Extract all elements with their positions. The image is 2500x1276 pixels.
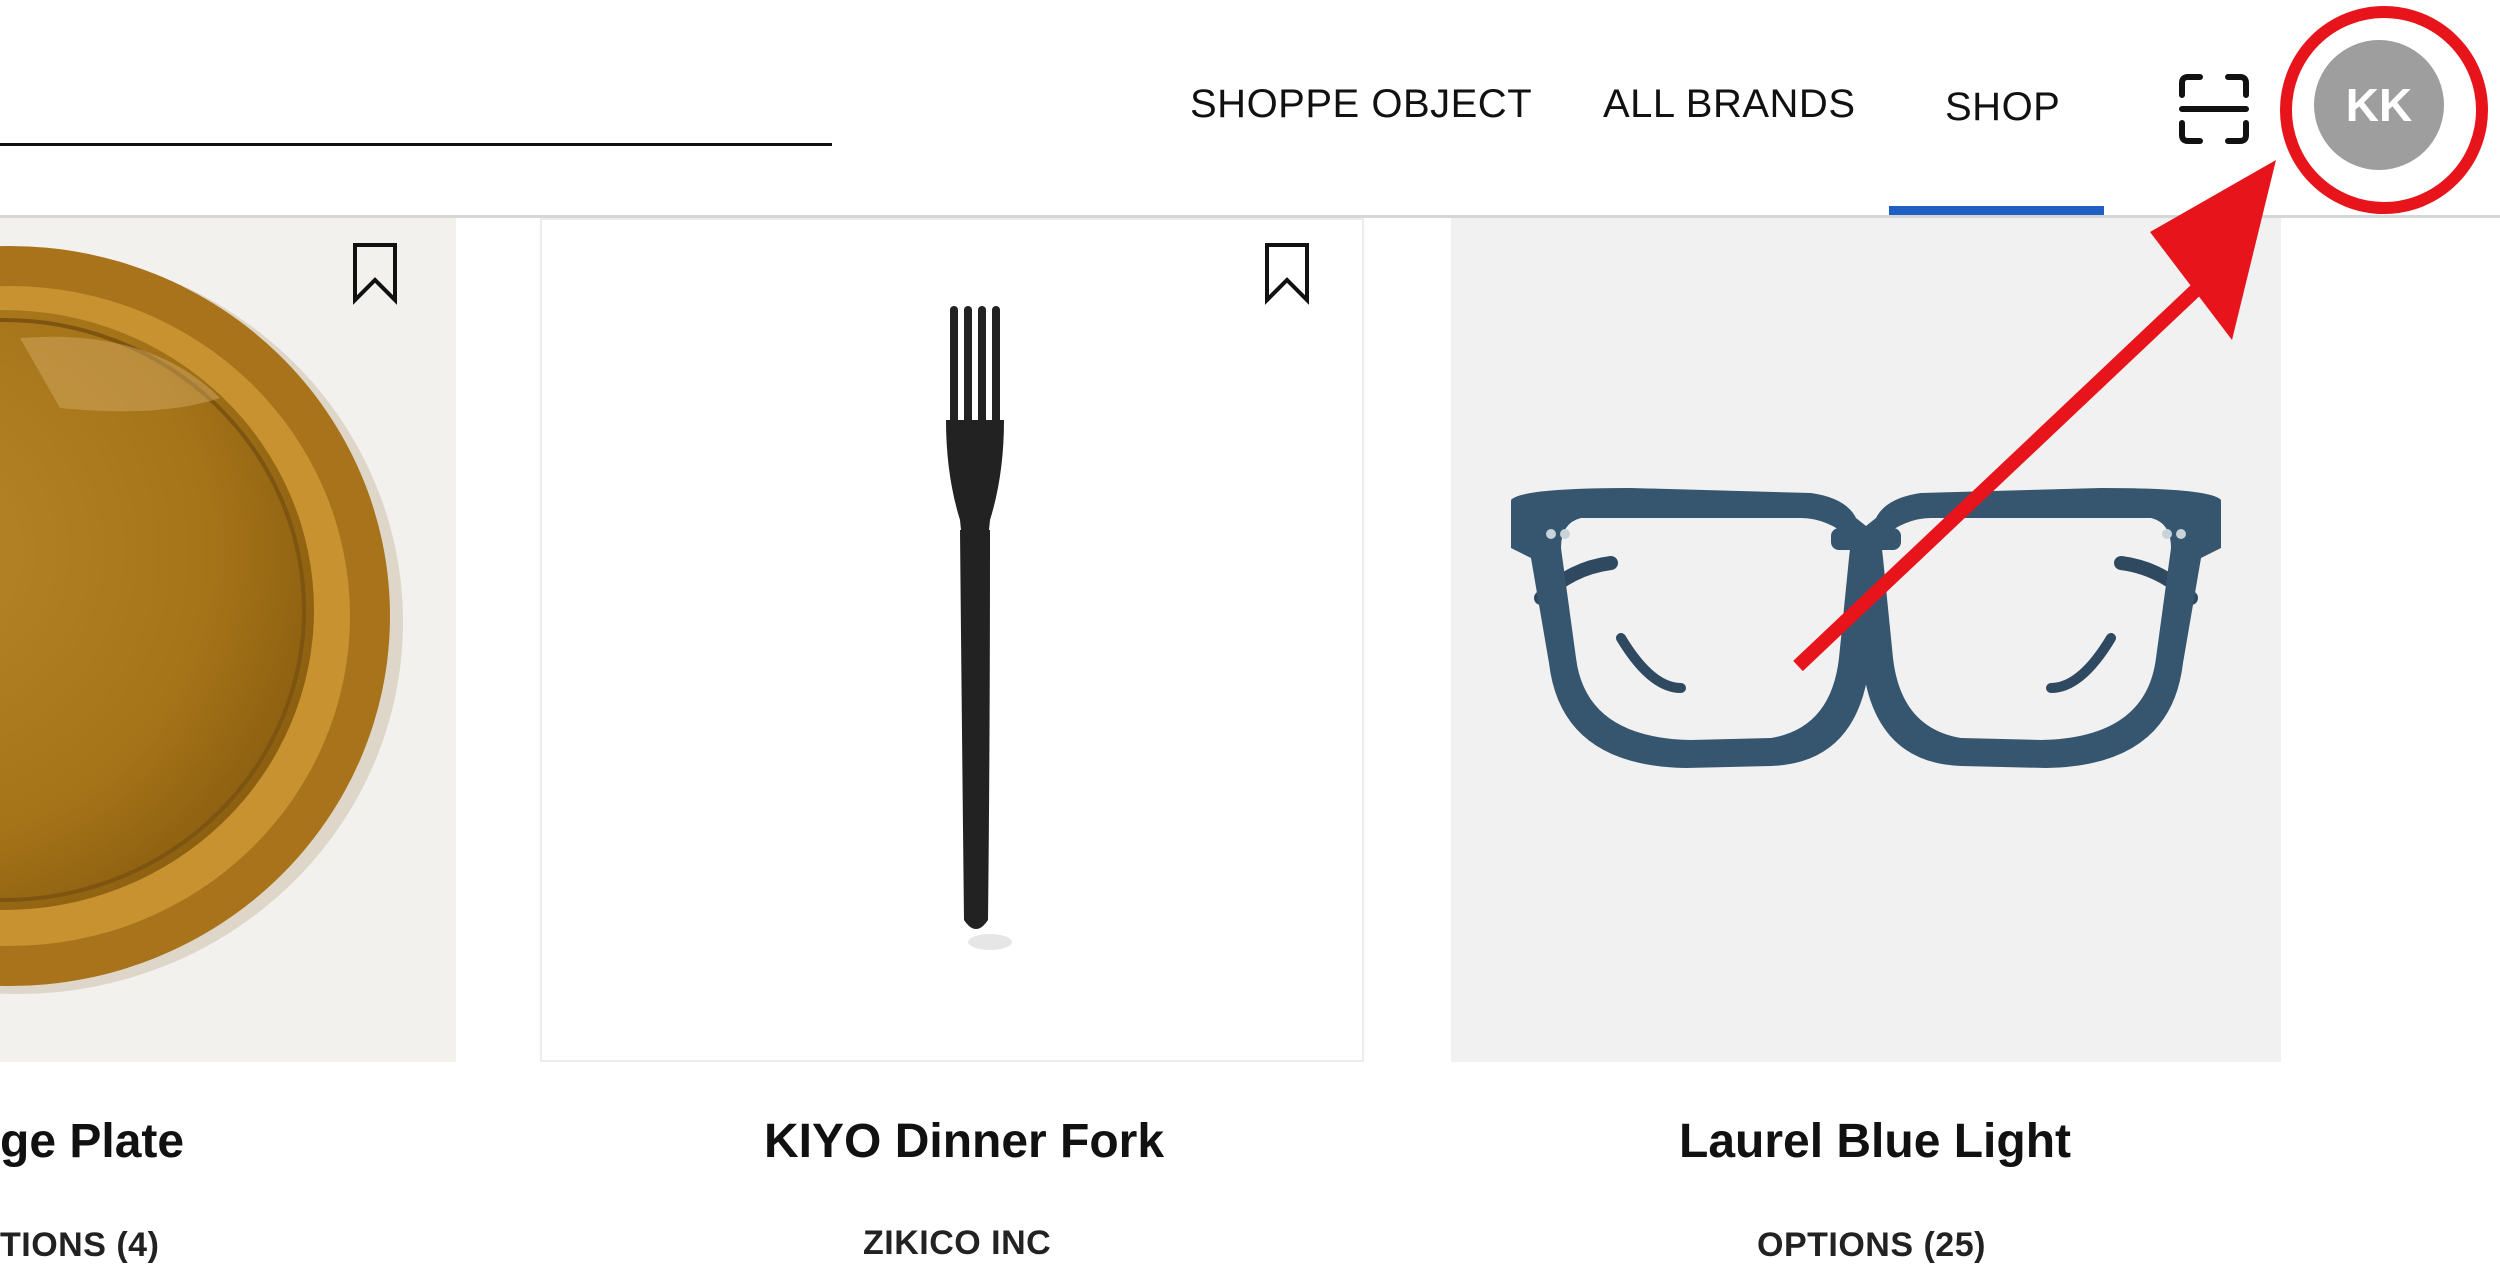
product-title-fork[interactable]: KIYO Dinner Fork [764,1114,1164,1169]
top-header: SHOPPE OBJECT ALL BRANDS SHOP KK [0,0,2500,218]
search-field[interactable] [0,143,832,146]
product-brand-fork[interactable]: ZIKICO INC [863,1224,1051,1263]
scan-button[interactable] [2178,73,2250,145]
bookmark-button-fork[interactable] [1262,240,1312,306]
user-avatar[interactable]: KK [2314,40,2444,170]
nav-shop[interactable]: SHOP [1945,85,2060,130]
scan-icon [2179,74,2249,144]
product-title-glasses[interactable]: Laurel Blue Light [1679,1114,2071,1169]
bookmark-icon [353,243,397,305]
product-options-glasses[interactable]: OPTIONS (25) [1757,1226,1986,1265]
product-card-plate[interactable]: ge Plate TIONS (4) [0,218,456,1276]
nav-shoppe-object[interactable]: SHOPPE OBJECT [1190,82,1532,127]
product-image-fork[interactable] [540,218,1364,1062]
bookmark-button-plate[interactable] [350,240,400,306]
product-options-plate: TIONS (4) [0,1226,160,1264]
product-title-plate[interactable]: ge Plate [0,1114,184,1169]
product-card-fork[interactable]: KIYO Dinner Fork ZIKICO INC [540,218,1368,1276]
nav-all-brands[interactable]: ALL BRANDS [1603,82,1856,127]
product-image-plate[interactable] [0,218,456,1062]
product-image-glasses[interactable] [1451,218,2281,1062]
product-card-glasses[interactable]: Laurel Blue Light OPTIONS (25) [1451,218,2281,1276]
bookmark-icon [1265,243,1309,305]
